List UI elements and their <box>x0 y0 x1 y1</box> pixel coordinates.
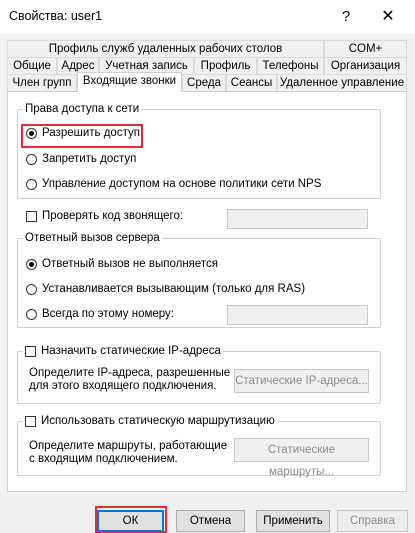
tab-rds-profile[interactable]: Профиль служб удаленных рабочих столов <box>7 40 324 57</box>
static-routing-legend[interactable]: Использовать статическую маршрутизацию <box>23 415 277 427</box>
radio-set-by-caller-label: Устанавливается вызывающим (только для R… <box>42 283 306 295</box>
static-routing-description: Определите маршруты, работающие с входящ… <box>29 440 227 466</box>
radio-nps-policy-label: Управление доступом на основе политики с… <box>42 178 322 190</box>
radio-allow-access-label: Разрешить доступ <box>42 127 140 139</box>
cancel-button[interactable]: Отмена <box>176 510 245 532</box>
verify-caller-checkbox[interactable]: Проверять код звонящего: <box>26 210 183 222</box>
static-routing-legend-label: Использовать статическую маршрутизацию <box>41 415 275 427</box>
radio-deny-access[interactable]: Запретить доступ <box>26 153 136 165</box>
radio-button[interactable] <box>26 127 37 139</box>
radio-nps-policy[interactable]: Управление доступом на основе политики с… <box>26 178 321 190</box>
checkbox[interactable] <box>26 210 37 222</box>
callback-legend: Ответный вызов сервера <box>25 232 160 244</box>
radio-no-callback[interactable]: Ответный вызов не выполняется <box>26 258 218 270</box>
ok-button[interactable]: ОК <box>97 510 164 532</box>
radio-button[interactable] <box>26 283 37 295</box>
window-title: Свойства: user1 <box>9 9 103 23</box>
apply-button[interactable]: Применить <box>256 510 330 532</box>
callback-number-input[interactable] <box>227 305 368 325</box>
radio-no-callback-label: Ответный вызов не выполняется <box>42 258 219 270</box>
static-ip-legend-label: Назначить статические IP-адреса <box>41 345 221 357</box>
help-button[interactable]: Справка <box>337 510 408 532</box>
static-ip-description-line: Определите IP-адреса, разрешенные <box>29 367 231 379</box>
tab-general[interactable]: Общие <box>7 57 57 74</box>
static-ip-button[interactable]: Статические IP-адреса... <box>234 369 369 393</box>
checkbox[interactable] <box>25 415 36 427</box>
help-icon[interactable]: ? <box>332 5 360 29</box>
radio-set-by-caller[interactable]: Устанавливается вызывающим (только для R… <box>26 283 305 295</box>
tab-member-of[interactable]: Член групп <box>7 74 77 91</box>
static-ip-legend[interactable]: Назначить статические IP-адреса <box>23 345 223 357</box>
title-bar: Свойства: user1 ? ✕ <box>0 0 415 34</box>
tab-organization[interactable]: Организация <box>324 57 407 74</box>
radio-button[interactable] <box>26 178 37 190</box>
static-ip-description: Определите IP-адреса, разрешенные для эт… <box>29 367 230 393</box>
static-routing-description-line: Определите маршруты, работающие <box>29 440 228 452</box>
tab-profile[interactable]: Профиль <box>194 57 257 74</box>
close-icon[interactable]: ✕ <box>372 5 404 29</box>
static-routing-description-line: с входящим подключением. <box>29 453 178 465</box>
radio-always-callback-label: Всегда по этому номеру: <box>42 308 175 320</box>
radio-allow-access[interactable]: Разрешить доступ <box>26 127 140 139</box>
radio-button[interactable] <box>26 308 37 320</box>
tab-environment[interactable]: Среда <box>182 74 226 91</box>
static-ip-description-line: для этого входящего подключения. <box>29 380 217 392</box>
tab-telephones[interactable]: Телефоны <box>257 57 324 74</box>
tab-dial-in[interactable]: Входящие звонки <box>77 72 182 92</box>
dial-in-panel: Права доступа к сети Разрешить доступ За… <box>7 91 407 492</box>
radio-always-callback[interactable]: Всегда по этому номеру: <box>26 308 174 320</box>
verify-caller-input[interactable] <box>227 209 368 229</box>
network-access-legend: Права доступа к сети <box>25 103 140 115</box>
radio-deny-access-label: Запретить доступ <box>42 153 137 165</box>
tab-remote-control[interactable]: Удаленное управление <box>277 74 407 91</box>
tab-com-plus[interactable]: COM+ <box>324 40 407 57</box>
tab-sessions[interactable]: Сеансы <box>226 74 277 91</box>
checkbox[interactable] <box>25 345 36 357</box>
verify-caller-label: Проверять код звонящего: <box>42 210 184 222</box>
static-routes-button[interactable]: Статические маршруты... <box>234 438 369 478</box>
radio-button[interactable] <box>26 258 37 270</box>
radio-button[interactable] <box>26 153 37 165</box>
